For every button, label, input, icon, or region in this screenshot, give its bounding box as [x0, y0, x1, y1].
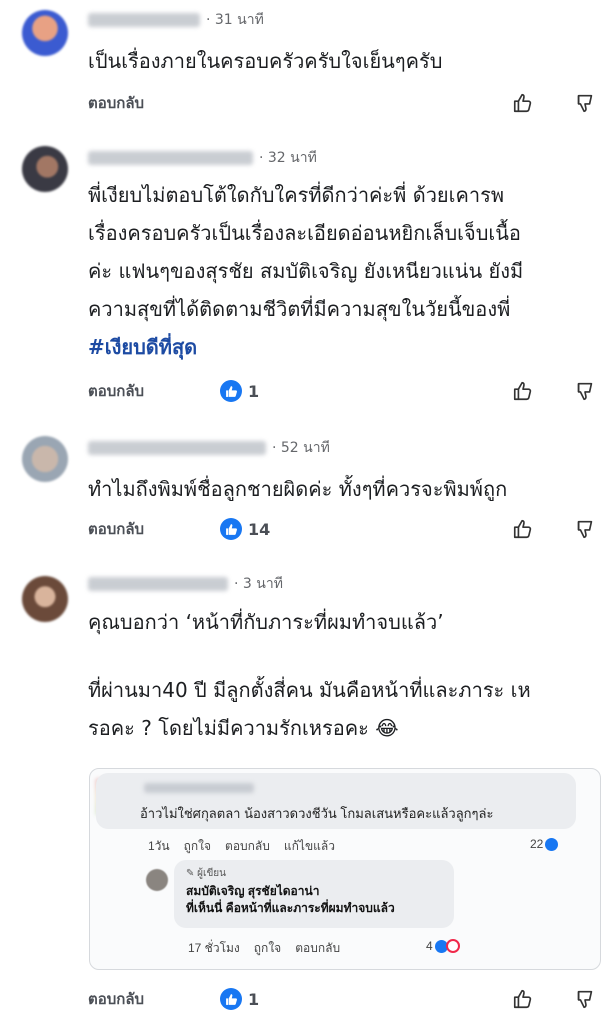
- embedded-reply-bubble: ✎ ผู้เขียน สมบัติเจริญ สุรชัยไดอาน่า ที่…: [174, 860, 454, 928]
- embedded-reply-meta: 17 ชั่วโมง ถูกใจ ตอบกลับ: [188, 941, 341, 955]
- like-count: 14: [248, 519, 271, 539]
- like-badge-icon: [220, 988, 242, 1010]
- reply-button[interactable]: ตอบกลับ: [88, 379, 220, 403]
- thumbs-down-icon[interactable]: [573, 379, 597, 403]
- embedded-comment-bubble: อ้าวไม่ใช่ศกุลตลา น้องสาวดวงชีวัน โกมลเส…: [96, 773, 576, 829]
- reply-button[interactable]: ตอบกลับ: [88, 91, 220, 115]
- hashtag-link[interactable]: #เงียบดีที่สุด: [88, 328, 597, 366]
- embedded-commenter-name: [144, 783, 254, 793]
- embedded-comment-text: อ้าวไม่ใช่ศกุลตลา น้องสาวดวงชีวัน โกมลเส…: [140, 806, 494, 821]
- like-count: 1: [248, 381, 260, 401]
- love-badge-icon: [445, 939, 460, 953]
- embedded-reaction-count: 22: [530, 837, 559, 851]
- embedded-reply-avatar: [146, 869, 168, 891]
- thumbs-down-icon[interactable]: [573, 91, 597, 115]
- reaction-summary[interactable]: 14: [220, 518, 270, 540]
- avatar[interactable]: [22, 576, 68, 622]
- attached-screenshot[interactable]: อ้าวไม่ใช่ศกุลตลา น้องสาวดวงชีวัน โกมลเส…: [89, 768, 601, 970]
- thumbs-down-icon[interactable]: [573, 987, 597, 1011]
- thumbs-up-icon[interactable]: [511, 91, 535, 115]
- like-count: 1: [248, 989, 260, 1009]
- comment-text: พี่เงียบไม่ตอบโต้ใดกับใครที่ดีกว่าค่ะพี่…: [88, 176, 597, 366]
- avatar[interactable]: [22, 10, 68, 56]
- commenter-name[interactable]: [88, 441, 266, 455]
- reaction-summary[interactable]: 1: [220, 988, 259, 1010]
- like-badge-icon: [220, 518, 242, 540]
- comment-time: · 32 นาที: [259, 150, 317, 166]
- pencil-icon: ✎: [186, 868, 198, 879]
- commenter-name[interactable]: [88, 577, 228, 591]
- like-badge-icon: [545, 837, 559, 851]
- avatar[interactable]: [22, 146, 68, 192]
- commenter-name[interactable]: [88, 151, 253, 165]
- avatar[interactable]: [22, 436, 68, 482]
- comment-time: · 3 นาที: [234, 576, 283, 592]
- like-badge-icon: [220, 380, 242, 402]
- reply-button[interactable]: ตอบกลับ: [88, 987, 220, 1011]
- thumbs-up-icon[interactable]: [511, 379, 535, 403]
- thumbs-up-icon[interactable]: [511, 517, 535, 541]
- reaction-summary[interactable]: 1: [220, 380, 259, 402]
- comment-text: เป็นเรื่องภายในครอบครัวครับใจเย็นๆครับ: [88, 49, 443, 73]
- thumbs-up-icon[interactable]: [511, 987, 535, 1011]
- thumbs-down-icon[interactable]: [573, 517, 597, 541]
- commenter-name[interactable]: [88, 13, 200, 27]
- comment-time: · 52 นาที: [272, 440, 330, 456]
- comment-text: คุณบอกว่า ‘หน้าที่กับภาระที่ผมทำจบแล้ว’ …: [88, 610, 531, 740]
- comment-text: ทำไมถึงพิมพ์ชื่อลูกชายผิดค่ะ ทั้งๆที่ควร…: [88, 477, 508, 501]
- embedded-reply-text: ที่เห็นนี่ คือหน้าที่และภาระที่ผมทำจบแล้…: [186, 901, 395, 915]
- reply-button[interactable]: ตอบกลับ: [88, 517, 220, 541]
- embedded-comment-meta: 1วัน ถูกใจ ตอบกลับ แก้ไขแล้ว: [148, 839, 335, 853]
- embedded-reply-reactions: 4: [426, 939, 460, 953]
- author-tag: ✎ ผู้เขียน: [186, 868, 226, 879]
- comment-time: · 31 นาที: [206, 12, 264, 28]
